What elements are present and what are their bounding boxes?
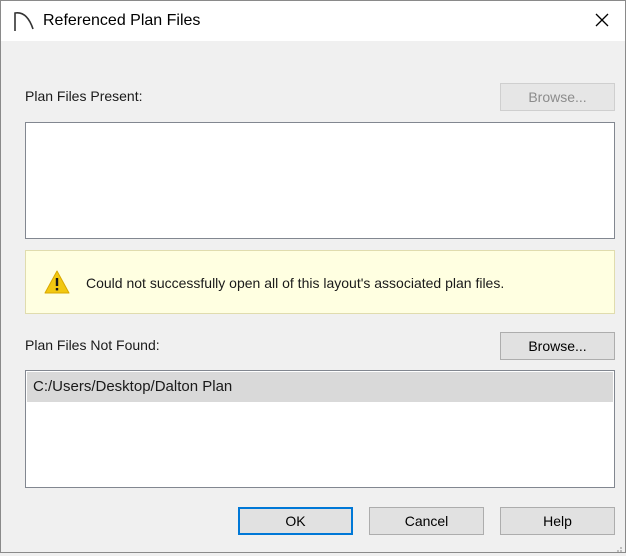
referenced-plan-files-dialog: Referenced Plan Files Plan Files Present… [0, 0, 626, 553]
close-button[interactable] [579, 1, 625, 41]
plan-files-not-found-label: Plan Files Not Found: [25, 337, 160, 353]
ok-button[interactable]: OK [238, 507, 353, 535]
warning-message: Could not successfully open all of this … [86, 275, 505, 291]
plan-files-not-found-list[interactable]: C:/Users/Desktop/Dalton Plan [25, 370, 615, 488]
list-item[interactable]: C:/Users/Desktop/Dalton Plan [27, 372, 613, 402]
warning-banner: Could not successfully open all of this … [25, 250, 615, 314]
browse-not-found-button[interactable]: Browse... [500, 332, 615, 360]
plan-files-present-list[interactable] [25, 122, 615, 239]
help-button[interactable]: Help [500, 507, 615, 535]
close-icon [595, 13, 609, 30]
resize-grip-icon[interactable] [613, 540, 623, 552]
title-bar: Referenced Plan Files [1, 1, 625, 41]
warning-icon [44, 270, 70, 294]
cancel-button[interactable]: Cancel [369, 507, 484, 535]
plan-files-present-label: Plan Files Present: [25, 88, 143, 104]
dialog-title: Referenced Plan Files [43, 12, 201, 29]
arc-icon [13, 10, 35, 32]
browse-present-button[interactable]: Browse... [500, 83, 615, 111]
